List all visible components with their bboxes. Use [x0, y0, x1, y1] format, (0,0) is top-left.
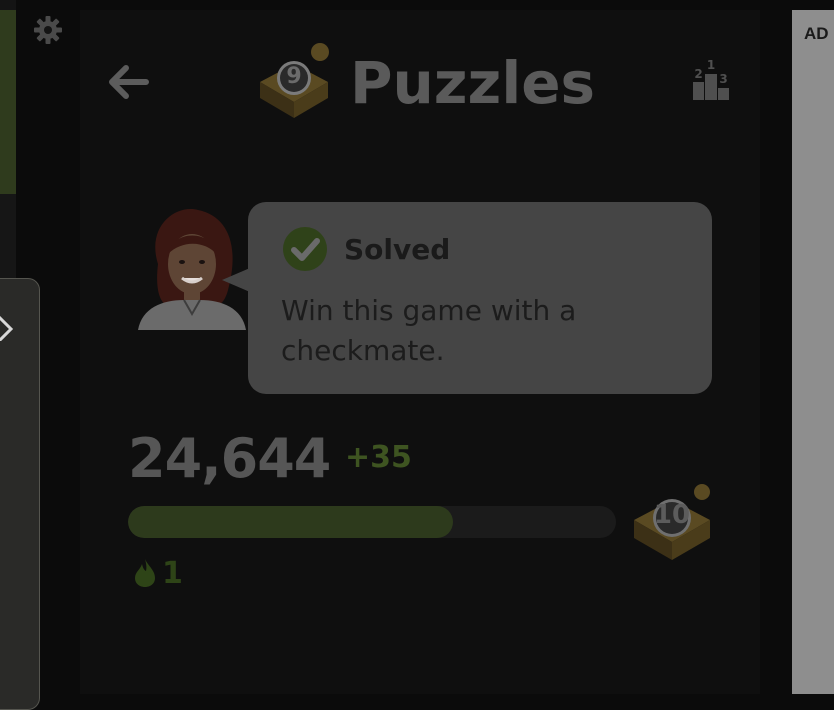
- rating-delta: +35: [345, 440, 412, 475]
- gear-icon[interactable]: [32, 14, 64, 46]
- ad-panel: AD: [792, 10, 834, 694]
- ad-label: AD: [804, 24, 829, 43]
- next-badge-number: 10: [653, 500, 691, 530]
- close-icon[interactable]: [0, 313, 15, 343]
- rating-progress-bar: [128, 506, 616, 538]
- solved-status: Solved: [344, 233, 451, 266]
- check-circle-icon: [282, 226, 328, 272]
- podium-digit-2: 2: [694, 67, 703, 81]
- puzzle-rating: 24,644: [128, 427, 331, 490]
- puzzle-piece-icon: 9: [252, 42, 336, 122]
- flame-icon: [134, 558, 156, 588]
- page-title: Puzzles: [350, 49, 596, 117]
- podium-digit-3: 3: [719, 72, 728, 86]
- side-drawer: [0, 278, 40, 710]
- next-puzzle-badge-icon: 10: [630, 484, 714, 562]
- left-edge-green-panel: [0, 10, 16, 194]
- puzzle-badge-number: 9: [286, 64, 302, 89]
- arrow-left-icon[interactable]: [106, 62, 150, 102]
- speech-bubble-tail: [222, 268, 250, 292]
- podium-icon[interactable]: 1 2 3: [692, 58, 732, 102]
- coach-message: Win this game with a checkmate.: [281, 294, 577, 367]
- podium-digit-1: 1: [706, 58, 716, 72]
- rating-progress-fill: [128, 506, 454, 538]
- streak-count: 1: [162, 556, 183, 591]
